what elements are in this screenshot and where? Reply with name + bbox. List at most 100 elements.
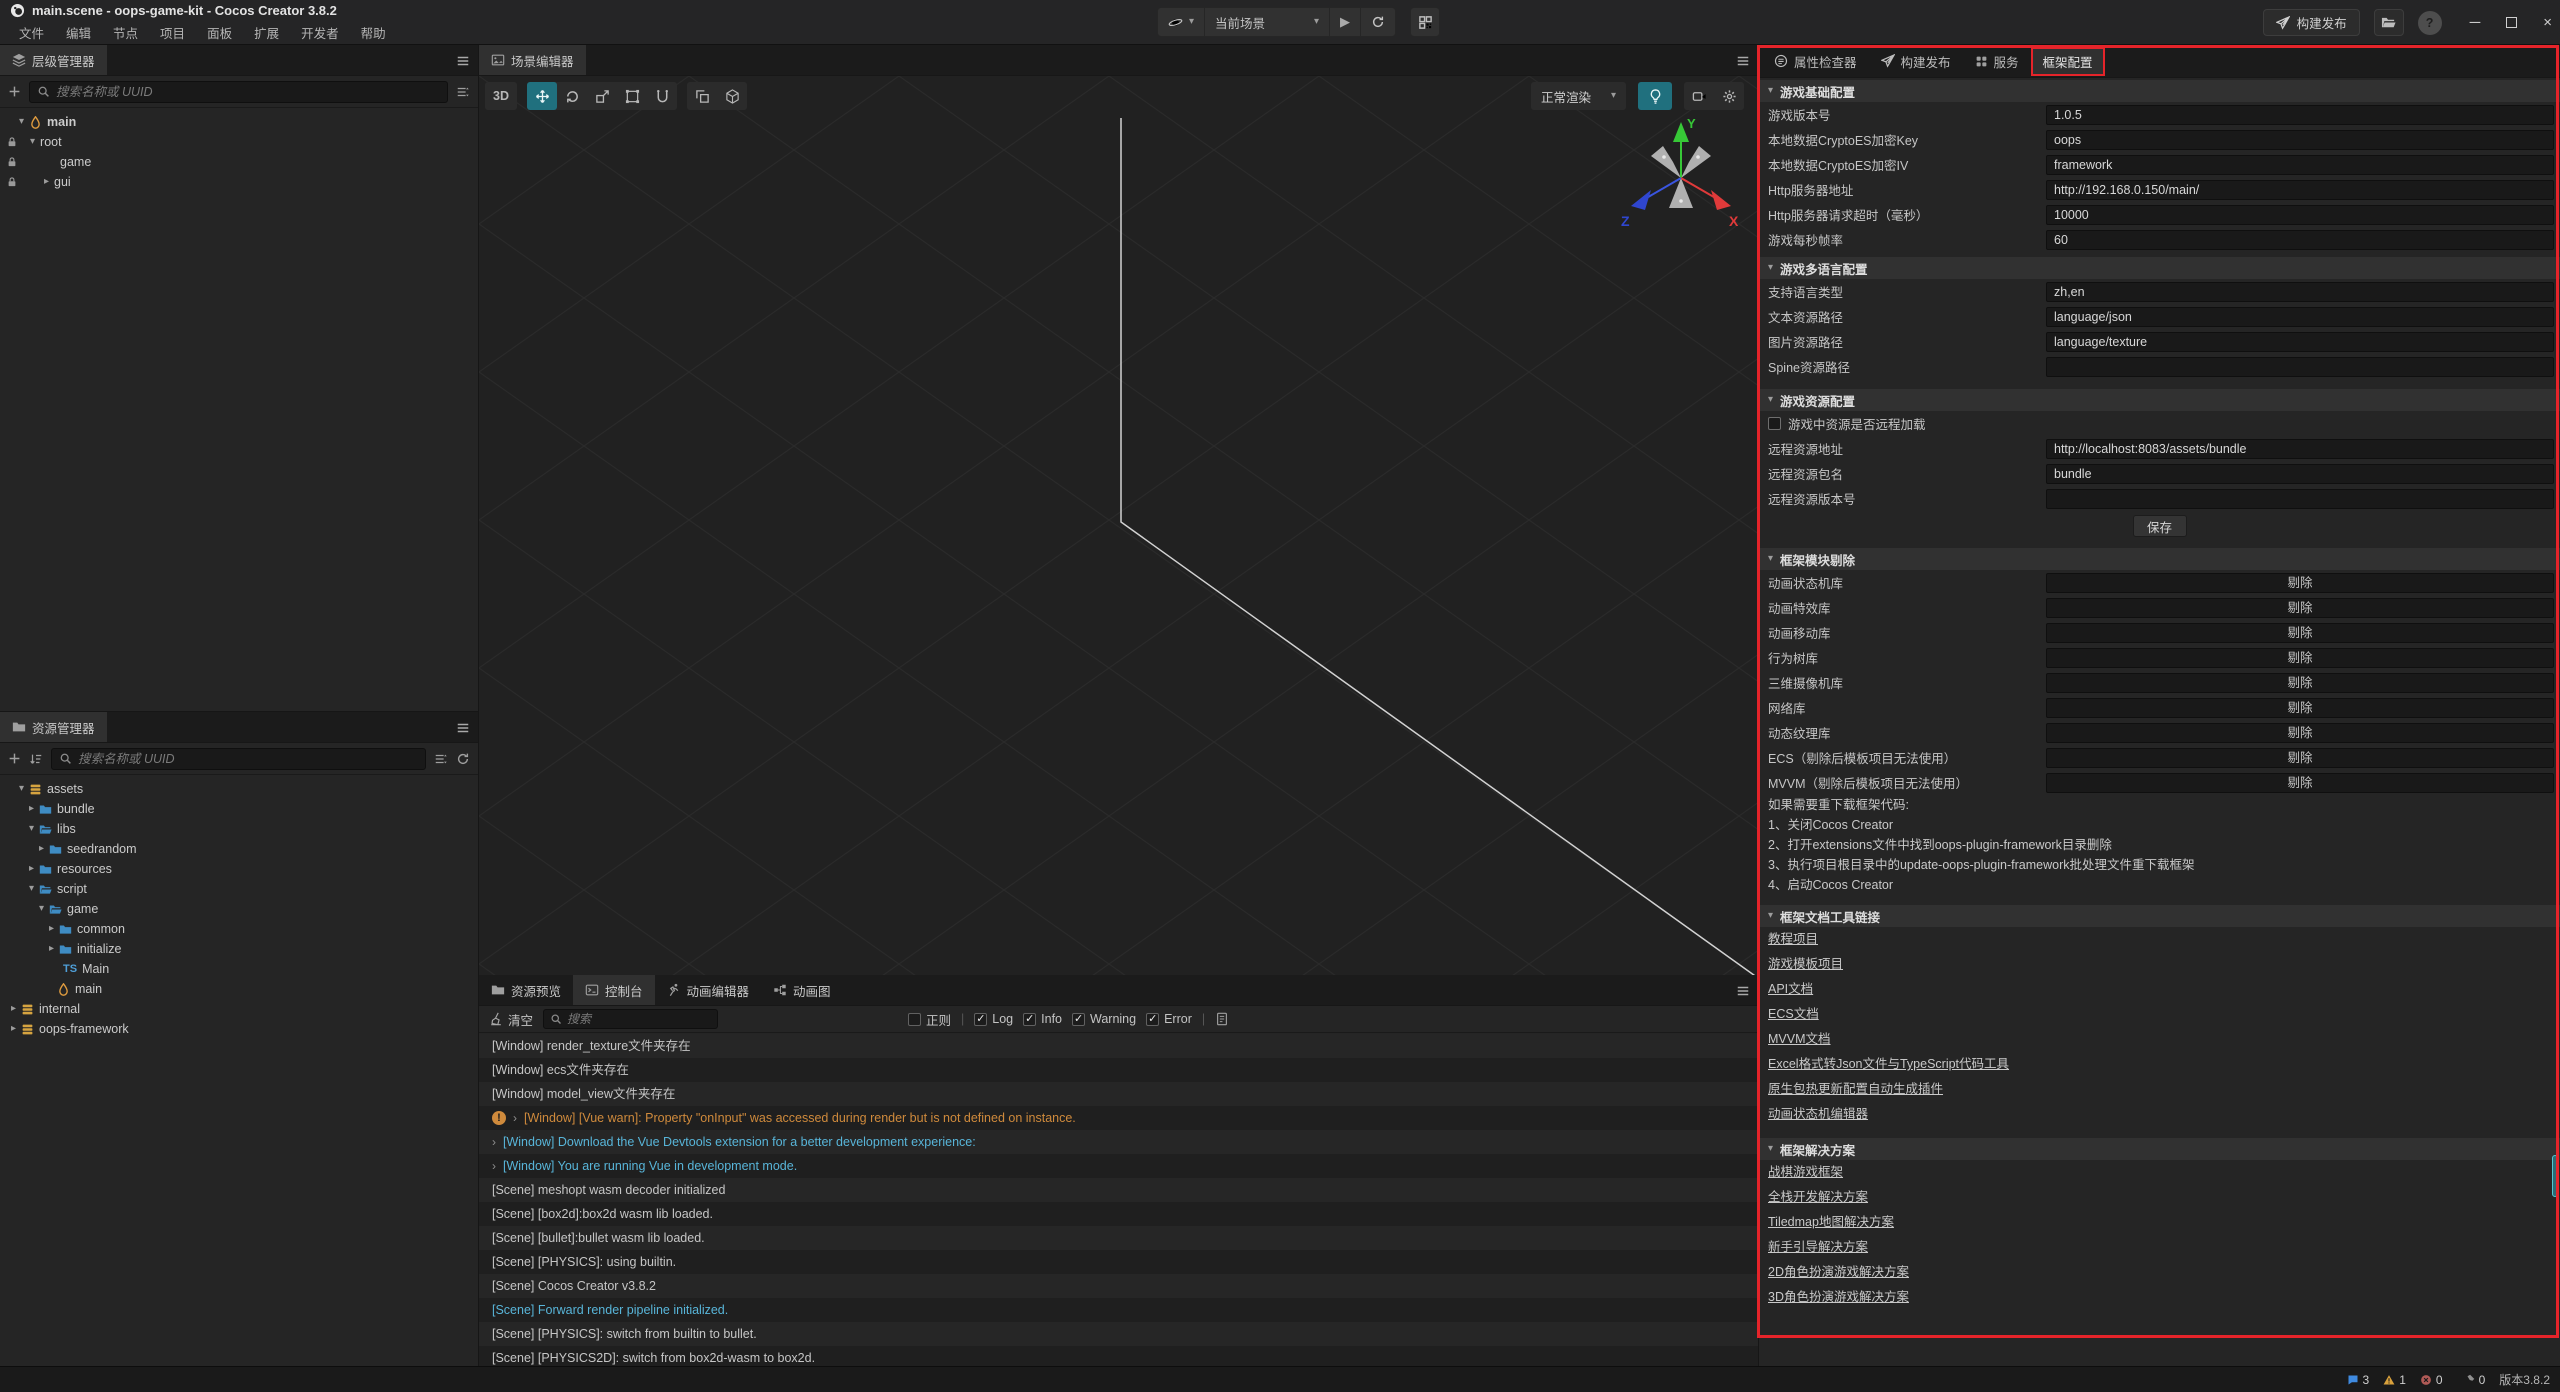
- tab-asset-preview[interactable]: 资源预览: [479, 975, 573, 1005]
- status-warning-count[interactable]: 1: [2383, 1373, 2406, 1387]
- chevron-right-icon[interactable]: ▸: [49, 944, 54, 954]
- rotate-tool-button[interactable]: [557, 82, 587, 110]
- remote-bundle-name-input[interactable]: [2046, 464, 2554, 484]
- tree-row[interactable]: ▾libs: [0, 819, 478, 839]
- regex-checkbox[interactable]: 正则: [908, 1010, 951, 1029]
- link-2d-rpg[interactable]: 2D角色扮演游戏解决方案: [1759, 1260, 2560, 1285]
- build-publish-button[interactable]: 构建发布: [2263, 9, 2360, 36]
- tree-row[interactable]: ▸resources: [0, 859, 478, 879]
- remove-animator-button[interactable]: 剔除: [2046, 573, 2554, 593]
- lock-icon[interactable]: [6, 176, 18, 188]
- tree-row[interactable]: ▸seedrandom: [0, 839, 478, 859]
- link-ecs-docs[interactable]: ECS文档: [1759, 1002, 2560, 1027]
- chevron-down-icon[interactable]: ▾: [39, 904, 44, 914]
- inspector-scrollbar-thumb[interactable]: [2552, 1155, 2558, 1197]
- tab-build-publish[interactable]: 构建发布: [1870, 48, 1962, 75]
- remove-camera-button[interactable]: 剔除: [2046, 673, 2554, 693]
- tab-animation-graph[interactable]: 动画图: [761, 975, 843, 1005]
- http-timeout-input[interactable]: [2046, 205, 2554, 225]
- save-button[interactable]: 保存: [2133, 515, 2187, 537]
- tree-row[interactable]: ▸oops-framework: [0, 1019, 478, 1039]
- lighting-toggle-button[interactable]: [1638, 82, 1672, 110]
- link-api-docs[interactable]: API文档: [1759, 977, 2560, 1002]
- tree-row[interactable]: ▸internal: [0, 999, 478, 1019]
- remove-dynamic-texture-button[interactable]: 剔除: [2046, 723, 2554, 743]
- console-search-input[interactable]: [567, 1012, 711, 1026]
- tree-row[interactable]: main: [0, 979, 478, 999]
- chevron-down-icon[interactable]: ▾: [19, 784, 24, 794]
- section-header-modules[interactable]: ▾框架模块剔除: [1759, 548, 2560, 570]
- tree-row[interactable]: ▾assets: [0, 779, 478, 799]
- scale-tool-button[interactable]: [587, 82, 617, 110]
- console-log-row[interactable]: [Scene] [PHYSICS]: switch from builtin t…: [479, 1322, 1758, 1346]
- expand-caret-icon[interactable]: ›: [492, 1130, 496, 1154]
- console-log-file-button[interactable]: [1215, 1012, 1229, 1026]
- remove-behavior-tree-button[interactable]: 剔除: [2046, 648, 2554, 668]
- tab-scene-editor[interactable]: 场景编辑器: [479, 45, 586, 75]
- status-log-count[interactable]: 3: [2347, 1373, 2370, 1387]
- console-log-row[interactable]: [Window] model_view文件夹存在: [479, 1082, 1758, 1106]
- tree-row[interactable]: ▾ main: [0, 112, 478, 132]
- game-version-input[interactable]: [2046, 105, 2554, 125]
- console-log-row[interactable]: [Scene] [PHYSICS2D]: switch from box2d-w…: [479, 1346, 1758, 1366]
- tree-row[interactable]: TSMain: [0, 959, 478, 979]
- chevron-down-icon[interactable]: ▾: [19, 117, 24, 127]
- chevron-down-icon[interactable]: ▾: [30, 137, 35, 147]
- tree-row[interactable]: ▾script: [0, 879, 478, 899]
- rect-tool-button[interactable]: [617, 82, 647, 110]
- scene-menu-button[interactable]: [1736, 53, 1750, 68]
- link-tutorial-project[interactable]: 教程项目: [1759, 927, 2560, 952]
- tab-framework-config[interactable]: 框架配置: [2032, 48, 2104, 75]
- link-template-project[interactable]: 游戏模板项目: [1759, 952, 2560, 977]
- expand-caret-icon[interactable]: ›: [513, 1106, 517, 1130]
- remote-res-url-input[interactable]: [2046, 439, 2554, 459]
- menu-extension[interactable]: 扩展: [243, 25, 290, 43]
- pivot-button[interactable]: [687, 82, 717, 110]
- tree-row[interactable]: ▸bundle: [0, 799, 478, 819]
- reload-button[interactable]: [1361, 8, 1395, 36]
- remote-res-version-input[interactable]: [2046, 489, 2554, 509]
- tree-row[interactable]: ▾ root: [0, 132, 478, 152]
- assets-refresh-button[interactable]: [456, 752, 470, 766]
- chevron-down-icon[interactable]: ▾: [29, 884, 34, 894]
- checkbox-icon[interactable]: [1768, 417, 1781, 430]
- expand-caret-icon[interactable]: ›: [492, 1154, 496, 1178]
- section-header-game-basic[interactable]: ▾游戏基础配置: [1759, 80, 2560, 102]
- link-fullstack[interactable]: 全栈开发解决方案: [1759, 1185, 2560, 1210]
- close-button[interactable]: ×: [2543, 14, 2552, 31]
- minimize-button[interactable]: ─: [2470, 14, 2481, 31]
- link-mvvm-docs[interactable]: MVVM文档: [1759, 1027, 2560, 1052]
- remove-effect-button[interactable]: 剔除: [2046, 598, 2554, 618]
- section-header-solutions[interactable]: ▾框架解决方案: [1759, 1138, 2560, 1160]
- section-header-language[interactable]: ▾游戏多语言配置: [1759, 257, 2560, 279]
- remove-network-button[interactable]: 剔除: [2046, 698, 2554, 718]
- console-log-row[interactable]: [Scene] [PHYSICS]: using builtin.: [479, 1250, 1758, 1274]
- link-excel-tool[interactable]: Excel格式转Json文件与TypeScript代码工具: [1759, 1052, 2560, 1077]
- console-log-row[interactable]: ›[Window] You are running Vue in develop…: [479, 1154, 1758, 1178]
- chevron-right-icon[interactable]: ▸: [11, 1004, 16, 1014]
- remote-load-checkbox-row[interactable]: 游戏中资源是否远程加载: [1759, 411, 2560, 436]
- chevron-right-icon[interactable]: ▸: [49, 924, 54, 934]
- menu-help[interactable]: 帮助: [350, 25, 397, 43]
- tab-hierarchy[interactable]: 层级管理器: [0, 45, 107, 75]
- console-log-row[interactable]: [Window] ecs文件夹存在: [479, 1058, 1758, 1082]
- chevron-right-icon[interactable]: ▸: [29, 864, 34, 874]
- assets-menu-button[interactable]: [456, 720, 470, 735]
- lock-icon[interactable]: [6, 136, 18, 148]
- scene-settings-button[interactable]: [1714, 82, 1744, 110]
- link-hotupdate-plugin[interactable]: 原生包热更新配置自动生成插件: [1759, 1077, 2560, 1102]
- hierarchy-filter-button[interactable]: [456, 85, 470, 99]
- console-menu-button[interactable]: [1736, 983, 1750, 998]
- filter-error-checkbox[interactable]: Error: [1146, 1012, 1192, 1026]
- console-log-row[interactable]: [Window] render_texture文件夹存在: [479, 1034, 1758, 1058]
- chevron-right-icon[interactable]: ▸: [29, 804, 34, 814]
- menu-file[interactable]: 文件: [8, 25, 55, 43]
- spine-res-path-input[interactable]: [2046, 357, 2554, 377]
- filter-log-checkbox[interactable]: Log: [974, 1012, 1013, 1026]
- maximize-button[interactable]: [2506, 17, 2517, 28]
- text-res-path-input[interactable]: [2046, 307, 2554, 327]
- image-res-path-input[interactable]: [2046, 332, 2554, 352]
- link-war-chess[interactable]: 战棋游戏框架: [1759, 1160, 2560, 1185]
- tab-assets[interactable]: 资源管理器: [0, 712, 107, 742]
- console-clear-button[interactable]: 清空: [489, 1010, 533, 1029]
